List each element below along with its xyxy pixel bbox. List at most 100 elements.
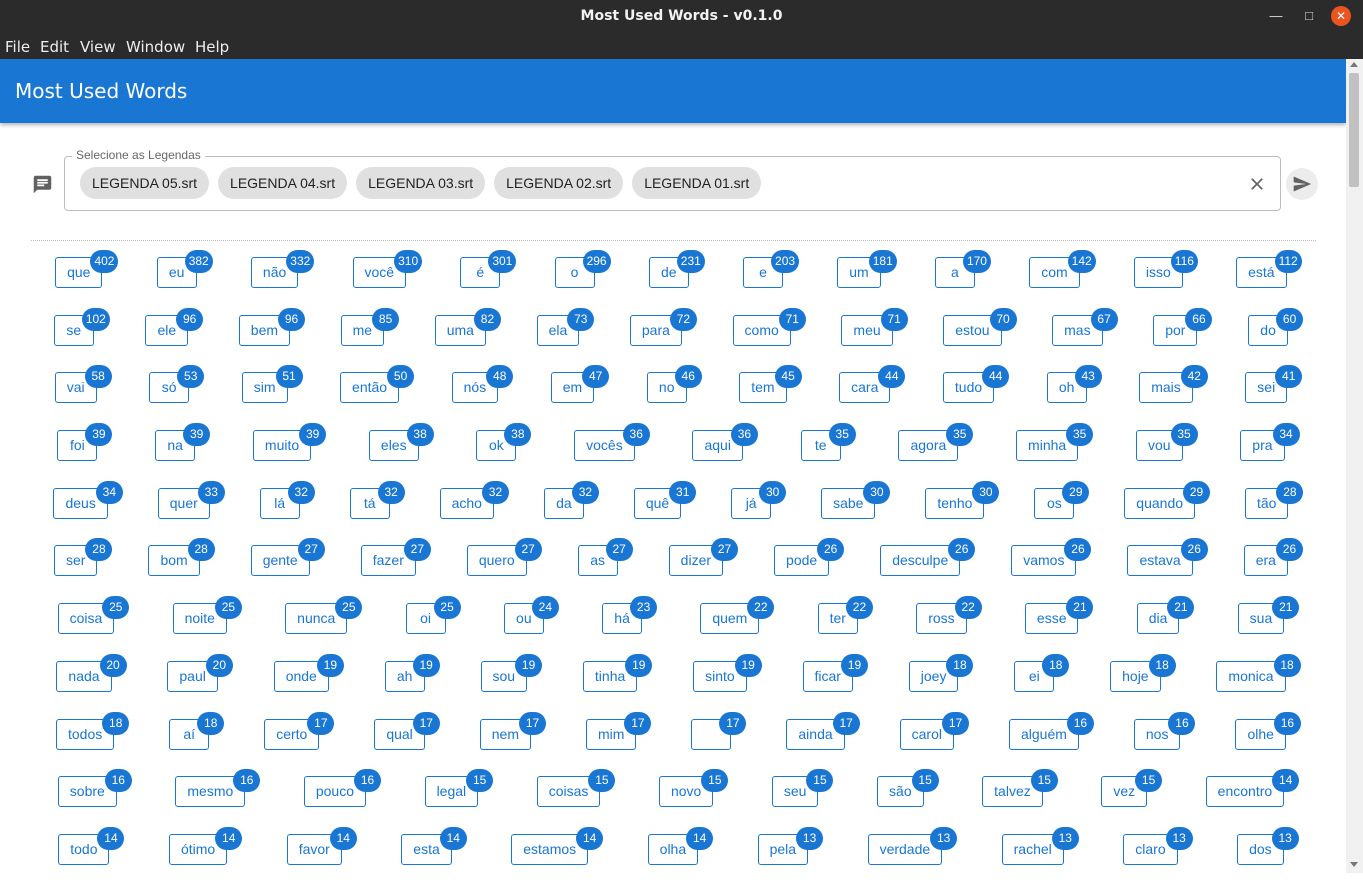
word-item[interactable]: te 35 [800,423,856,481]
word-item[interactable]: ross 22 [916,596,982,654]
word-item[interactable]: quê 31 [633,480,697,539]
word-item[interactable]: deus 34 [53,480,123,539]
word-item[interactable]: aqui 36 [692,423,758,481]
word-item[interactable]: tá 32 [349,480,405,539]
scrollbar-thumb[interactable] [1349,73,1359,187]
word-item[interactable]: hoje 18 [1110,653,1176,712]
scroll-down-icon[interactable] [1350,862,1358,867]
word-item[interactable]: nos 16 [1133,711,1196,770]
word-item[interactable]: olha 14 [647,826,714,885]
word-item[interactable]: dia 21 [1136,596,1195,654]
word-item[interactable]: nós 48 [451,365,514,423]
word-item[interactable]: quer 33 [157,480,225,539]
word-item[interactable]: gente 27 [250,538,325,596]
word-item[interactable]: rachel 13 [1001,826,1079,885]
clear-icon[interactable] [1247,174,1267,194]
word-item[interactable]: se 102 [53,307,110,366]
word-item[interactable]: vocês 36 [574,423,650,481]
word-item[interactable]: agora 35 [898,423,974,481]
legend-chip[interactable]: LEGENDA 04.srt [218,167,348,199]
word-item[interactable]: uma 82 [434,307,501,366]
word-item[interactable]: sim 51 [241,365,303,423]
word-item[interactable]: da 32 [543,480,599,539]
word-item[interactable]: pouco 16 [303,769,381,827]
word-item[interactable]: de 231 [648,250,705,308]
legend-chip[interactable]: LEGENDA 02.srt [494,167,624,199]
word-item[interactable]: legal 15 [424,769,494,827]
word-item[interactable]: só 53 [149,365,205,423]
word-item[interactable]: estamos 14 [511,826,604,885]
word-item[interactable]: dizer 27 [668,538,739,596]
menu-file[interactable]: File [5,38,30,56]
word-item[interactable]: coisas 15 [536,769,616,827]
word-item[interactable]: já 30 [731,480,787,539]
word-item[interactable]: pra 34 [1240,423,1300,481]
word-item[interactable]: sabe 30 [821,480,891,539]
word-item[interactable]: noite 25 [172,596,242,654]
word-item[interactable]: talvez 15 [982,769,1058,827]
word-item[interactable]: oh 43 [1046,365,1102,423]
legend-chip[interactable]: LEGENDA 01.srt [632,167,762,199]
word-item[interactable]: cara 44 [839,365,906,423]
word-item[interactable]: esse 21 [1024,596,1094,654]
word-item[interactable]: verdade 13 [867,826,958,885]
word-item[interactable]: ah 19 [384,653,440,712]
word-item[interactable]: coisa 25 [57,596,130,654]
word-item[interactable]: aí 18 [169,711,225,770]
word-item[interactable]: tão 28 [1244,480,1304,539]
word-item[interactable]: era 26 [1243,538,1303,596]
menu-window[interactable]: Window [126,38,185,56]
word-item[interactable]: monica 18 [1216,653,1301,712]
word-item[interactable]: ótimo 14 [168,826,243,885]
word-item[interactable]: bom 28 [148,538,215,596]
word-item[interactable]: você 310 [352,250,423,308]
word-item[interactable]: os 29 [1034,480,1090,539]
word-item[interactable]: quando 29 [1124,480,1211,539]
word-item[interactable]: com 142 [1029,250,1096,308]
word-item[interactable]: há 23 [602,596,658,654]
word-item[interactable]: pode 26 [774,538,845,596]
word-item[interactable]: ficar 19 [802,653,868,712]
word-item[interactable]: por 66 [1153,307,1213,366]
legend-chip[interactable]: LEGENDA 03.srt [356,167,486,199]
word-item[interactable]: favor 14 [286,826,357,885]
word-item[interactable]: no 46 [646,365,702,423]
word-item[interactable]: qual 17 [374,711,440,770]
word-item[interactable]: que 402 [55,250,119,308]
maximize-icon[interactable]: □ [1299,6,1319,26]
word-item[interactable]: me 85 [340,307,400,366]
menu-edit[interactable]: Edit [40,38,69,56]
word-item[interactable]: claro 13 [1123,826,1193,885]
word-item[interactable]: pela 13 [757,826,824,885]
word-item[interactable]: como 71 [732,307,806,366]
send-button[interactable] [1286,168,1318,200]
word-item[interactable]: ele 96 [145,307,204,366]
word-item[interactable]: olhe 16 [1235,711,1301,770]
word-item[interactable]: certo 17 [264,711,335,770]
word-item[interactable]: tenho 30 [925,480,1000,539]
word-item[interactable]: sou 19 [480,653,543,712]
word-item[interactable]: na 39 [155,423,211,481]
word-item[interactable]: a 170 [934,250,991,308]
word-item[interactable]: nem 17 [479,711,546,770]
word-item[interactable]: sobre 16 [57,769,132,827]
word-item[interactable]: tudo 44 [942,365,1010,423]
word-item[interactable]: alguém 16 [1008,711,1094,770]
word-item[interactable]: vamos 26 [1011,538,1092,596]
word-item[interactable]: oi 25 [405,596,461,654]
word-item[interactable]: nada 20 [56,653,127,712]
word-item[interactable]: o 296 [554,250,611,308]
word-item[interactable]: 17 [691,711,747,770]
word-item[interactable]: encontro 14 [1205,769,1300,827]
word-item[interactable]: vai 58 [54,365,112,423]
word-item[interactable]: ser 28 [54,538,113,596]
word-item[interactable]: mas 67 [1052,307,1118,366]
word-item[interactable]: em 47 [550,365,610,423]
word-item[interactable]: é 301 [460,250,517,308]
word-item[interactable]: ter 22 [817,596,873,654]
word-item[interactable]: vou 35 [1135,423,1198,481]
legend-chip[interactable]: LEGENDA 05.srt [80,167,210,199]
word-item[interactable]: acho 32 [439,480,509,539]
word-item[interactable]: ei 18 [1014,653,1070,712]
word-item[interactable]: carol 17 [899,711,969,770]
